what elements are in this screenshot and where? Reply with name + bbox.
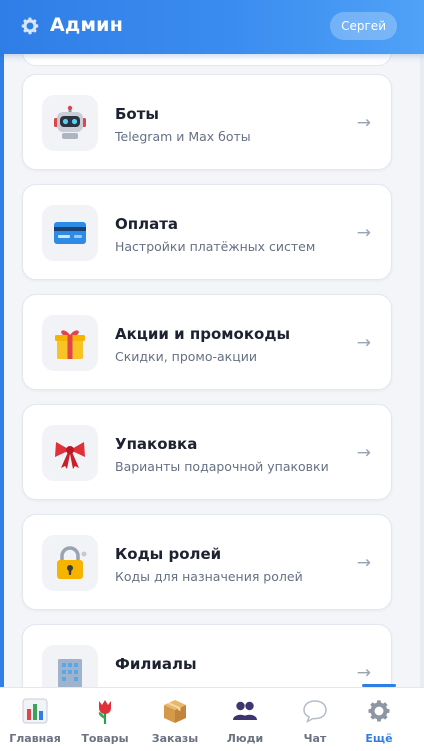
card-role-codes[interactable]: Коды ролей Коды для назначения ролей → bbox=[22, 514, 392, 610]
nav-label: Главная bbox=[9, 732, 61, 745]
arrow-right-icon: → bbox=[356, 443, 371, 463]
previous-card-edge bbox=[22, 54, 392, 66]
card-subtitle: Telegram и Max боты bbox=[115, 129, 251, 144]
robot-icon bbox=[54, 105, 86, 139]
arrow-right-icon: → bbox=[356, 333, 371, 353]
icon-box bbox=[42, 315, 98, 371]
card-title: Боты bbox=[115, 105, 159, 123]
app-header: Админ Сергей bbox=[0, 0, 424, 54]
icon-box bbox=[42, 425, 98, 481]
nav-item-chat[interactable]: Чат bbox=[280, 688, 350, 751]
nav-item-orders[interactable]: Заказы bbox=[140, 688, 210, 751]
building-icon bbox=[58, 659, 82, 687]
gift-icon bbox=[55, 330, 85, 359]
arrow-right-icon: → bbox=[356, 663, 371, 683]
nav-label: Товары bbox=[81, 732, 129, 745]
tulip-icon bbox=[98, 700, 111, 724]
gear-icon bbox=[21, 17, 39, 35]
active-tab-indicator bbox=[362, 684, 396, 687]
card-branches[interactable]: Филиалы → bbox=[22, 624, 392, 687]
arrow-right-icon: → bbox=[356, 113, 371, 133]
page-title: Админ bbox=[50, 14, 124, 36]
people-icon bbox=[233, 701, 257, 720]
icon-box bbox=[42, 205, 98, 261]
card-title: Акции и промокоды bbox=[115, 325, 291, 343]
card-title: Оплата bbox=[115, 215, 179, 233]
nav-item-home[interactable]: Главная bbox=[0, 688, 70, 751]
nav-label: Люди bbox=[226, 732, 264, 745]
credit-card-icon bbox=[54, 222, 86, 244]
nav-item-more[interactable]: Ещё bbox=[344, 688, 414, 751]
icon-box bbox=[42, 645, 98, 687]
nav-label: Заказы bbox=[151, 732, 199, 745]
card-payment[interactable]: Оплата Настройки платёжных систем → bbox=[22, 184, 392, 280]
bottom-nav: Главная Товары Заказы Люди Чат Ещё bbox=[0, 687, 424, 751]
ribbon-icon bbox=[55, 442, 85, 469]
card-bots[interactable]: Боты Telegram и Max боты → bbox=[22, 74, 392, 170]
card-title: Филиалы bbox=[115, 655, 197, 673]
speech-bubble-icon bbox=[303, 700, 327, 724]
chart-icon bbox=[22, 698, 48, 724]
card-packaging[interactable]: Упаковка Варианты подарочной упаковки → bbox=[22, 404, 392, 500]
arrow-right-icon: → bbox=[356, 553, 371, 573]
icon-box bbox=[42, 535, 98, 591]
card-subtitle: Варианты подарочной упаковки bbox=[115, 459, 329, 474]
user-button[interactable]: Сергей bbox=[330, 12, 397, 40]
nav-item-people[interactable]: Люди bbox=[210, 688, 280, 751]
card-promotions[interactable]: Акции и промокоды Скидки, промо-акции → bbox=[22, 294, 392, 390]
nav-item-products[interactable]: Товары bbox=[70, 688, 140, 751]
app-screen: Админ Сергей Боты Telegram и Max боты → … bbox=[0, 0, 424, 751]
card-subtitle: Настройки платёжных систем bbox=[115, 239, 316, 254]
lock-icon bbox=[57, 546, 87, 579]
gear-icon bbox=[368, 700, 390, 722]
card-title: Коды ролей bbox=[115, 545, 222, 563]
nav-label: Ещё bbox=[365, 732, 393, 745]
arrow-right-icon: → bbox=[356, 223, 371, 243]
card-title: Упаковка bbox=[115, 435, 198, 453]
card-subtitle: Коды для назначения ролей bbox=[115, 569, 303, 584]
settings-list[interactable]: Боты Telegram и Max боты → Оплата Настро… bbox=[0, 54, 424, 687]
card-subtitle: Скидки, промо-акции bbox=[115, 349, 257, 364]
nav-label: Чат bbox=[303, 732, 327, 745]
box-icon bbox=[164, 700, 186, 723]
icon-box bbox=[42, 95, 98, 151]
